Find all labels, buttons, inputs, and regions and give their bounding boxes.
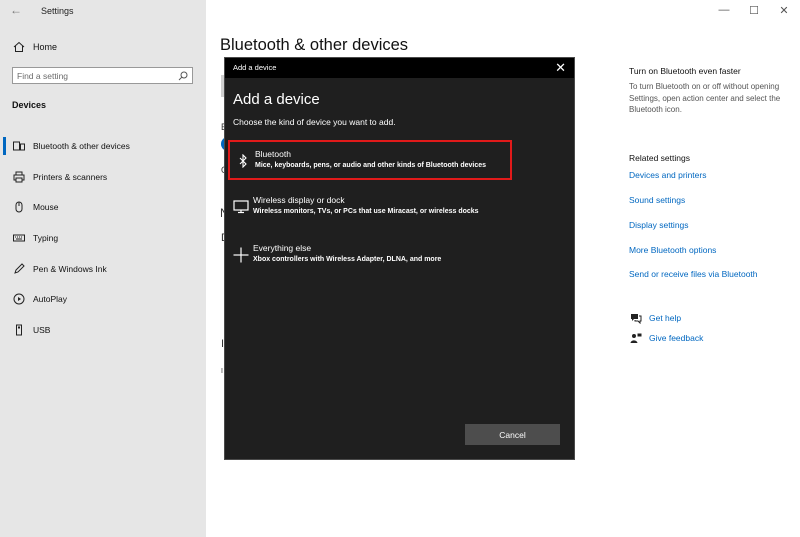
nav-list: Bluetooth & other devices Printers & sca… <box>0 131 206 345</box>
link-display-settings[interactable]: Display settings <box>629 220 689 230</box>
autoplay-icon <box>12 292 26 306</box>
sidebar-item-label: USB <box>33 324 51 335</box>
link-sound-settings[interactable]: Sound settings <box>629 195 685 205</box>
dialog-heading: Add a device <box>233 91 320 108</box>
app-title: Settings <box>41 6 74 16</box>
sidebar-item-printers[interactable]: Printers & scanners <box>0 162 206 193</box>
page-title: Bluetooth & other devices <box>220 36 409 54</box>
home-icon <box>12 40 26 54</box>
bluetooth-icon <box>234 152 252 170</box>
maximize-button[interactable]: ☐ <box>739 0 769 20</box>
nav-home-label: Home <box>33 42 58 52</box>
sidebar-item-pen[interactable]: Pen & Windows Ink <box>0 253 206 284</box>
get-help-label: Get help <box>649 313 682 323</box>
usb-icon <box>12 323 26 337</box>
tip-heading: Turn on Bluetooth even faster <box>629 66 741 76</box>
plus-icon <box>232 246 250 264</box>
help-chat-icon <box>629 312 643 324</box>
option-wireless-display[interactable]: Wireless display or dock Wireless monito… <box>228 188 512 228</box>
sidebar-item-bluetooth[interactable]: Bluetooth & other devices <box>0 131 206 162</box>
nav-home[interactable]: Home <box>12 40 57 54</box>
search-icon[interactable] <box>177 70 188 81</box>
sidebar-item-label: Typing <box>33 233 59 244</box>
link-more-bluetooth-options[interactable]: More Bluetooth options <box>629 245 716 255</box>
monitor-icon <box>232 198 250 216</box>
option-description: Xbox controllers with Wireless Adapter, … <box>253 256 442 263</box>
keyboard-icon <box>12 231 26 245</box>
sidebar-item-label: Printers & scanners <box>33 171 108 182</box>
give-feedback-link[interactable]: Give feedback <box>629 332 703 344</box>
option-description: Wireless monitors, TVs, or PCs that use … <box>253 208 479 215</box>
get-help-link[interactable]: Get help <box>629 312 681 324</box>
section-heading-devices: Devices <box>12 100 47 110</box>
sidebar-item-label: Pen & Windows Ink <box>33 263 107 274</box>
pen-icon <box>12 262 26 276</box>
sidebar-item-label: AutoPlay <box>33 294 68 305</box>
give-feedback-label: Give feedback <box>649 333 704 343</box>
metered-text-fragment: I <box>221 368 223 375</box>
sidebar-item-typing[interactable]: Typing <box>0 223 206 254</box>
option-name: Bluetooth <box>255 149 291 159</box>
sidebar-item-label: Mouse <box>33 202 59 213</box>
minimize-button[interactable]: — <box>709 0 739 20</box>
printer-icon <box>12 170 26 184</box>
sidebar-item-label: Bluetooth & other devices <box>33 141 130 152</box>
option-name: Wireless display or dock <box>253 195 345 205</box>
add-device-dialog: Add a device ✕ Add a device Choose the k… <box>224 57 575 460</box>
dialog-titlebar: Add a device ✕ <box>225 58 574 78</box>
close-window-button[interactable]: ✕ <box>769 0 799 20</box>
sidebar-item-mouse[interactable]: Mouse <box>0 192 206 223</box>
cancel-button[interactable]: Cancel <box>465 424 560 445</box>
sidebar-item-autoplay[interactable]: AutoPlay <box>0 284 206 315</box>
settings-sidebar: ← Settings Home Devices Bluetooth & othe… <box>0 0 206 537</box>
dialog-subheading: Choose the kind of device you want to ad… <box>233 117 396 127</box>
bluetooth-devices-icon <box>12 139 26 153</box>
link-send-receive-files[interactable]: Send or receive files via Bluetooth <box>629 269 758 279</box>
mouse-icon <box>12 200 26 214</box>
back-arrow-icon[interactable]: ← <box>10 3 22 17</box>
related-settings-heading: Related settings <box>629 153 690 163</box>
close-icon[interactable]: ✕ <box>555 60 566 76</box>
search-input[interactable] <box>17 70 177 81</box>
option-bluetooth[interactable]: Bluetooth Mice, keyboards, pens, or audi… <box>228 140 512 180</box>
search-box[interactable] <box>12 67 193 84</box>
option-name: Everything else <box>253 243 312 253</box>
option-description: Mice, keyboards, pens, or audio and othe… <box>255 162 487 169</box>
link-devices-and-printers[interactable]: Devices and printers <box>629 170 706 180</box>
dialog-titlebar-text: Add a device <box>233 63 277 72</box>
feedback-person-icon <box>629 332 643 344</box>
tip-text: To turn Bluetooth on or off without open… <box>629 82 781 115</box>
option-everything-else[interactable]: Everything else Xbox controllers with Wi… <box>228 236 512 276</box>
sidebar-item-usb[interactable]: USB <box>0 315 206 346</box>
